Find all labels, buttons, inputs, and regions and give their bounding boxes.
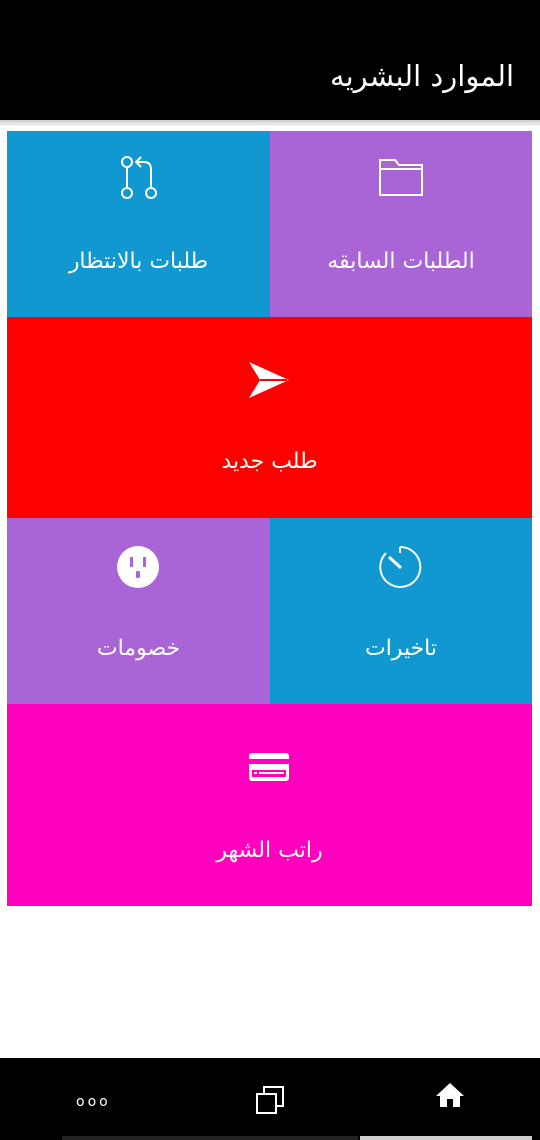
send-icon [249,362,289,398]
more-dots-icon[interactable]: ooo [76,1094,111,1110]
nav-indicator-active [360,1136,532,1140]
deductions-label: خصومات [96,636,181,661]
app-bar: الموارد البشريه [0,0,540,120]
delays-label: تاخيرات [364,636,438,661]
pending-requests-label: طلبات بالانتظار [68,249,209,274]
delays-tile[interactable]: تاخيرات [270,518,532,704]
home-icon[interactable] [434,1081,466,1109]
bottom-nav-bar: ooo [0,1058,540,1140]
git-pull-request-icon [121,156,157,199]
monthly-salary-tile[interactable]: راتب الشهر [7,704,532,906]
monthly-salary-label: راتب الشهر [216,838,323,863]
deductions-tile[interactable]: خصومات [7,518,270,704]
app-bar-divider [0,120,540,126]
new-request-tile[interactable]: طلب جديد [7,317,532,518]
page-title: الموارد البشريه [330,59,514,93]
recent-apps-icon[interactable] [255,1085,285,1115]
previous-requests-label: الطلبات السابقه [327,249,475,274]
power-outlet-icon [117,546,159,588]
folder-icon [379,159,423,196]
new-request-label: طلب جديد [221,449,318,474]
nav-indicator-left [62,1136,358,1140]
previous-requests-tile[interactable]: الطلبات السابقه [270,131,532,317]
pending-requests-tile[interactable]: طلبات بالانتظار [7,131,270,317]
credit-card-icon [249,753,289,781]
timer-icon [379,545,422,588]
